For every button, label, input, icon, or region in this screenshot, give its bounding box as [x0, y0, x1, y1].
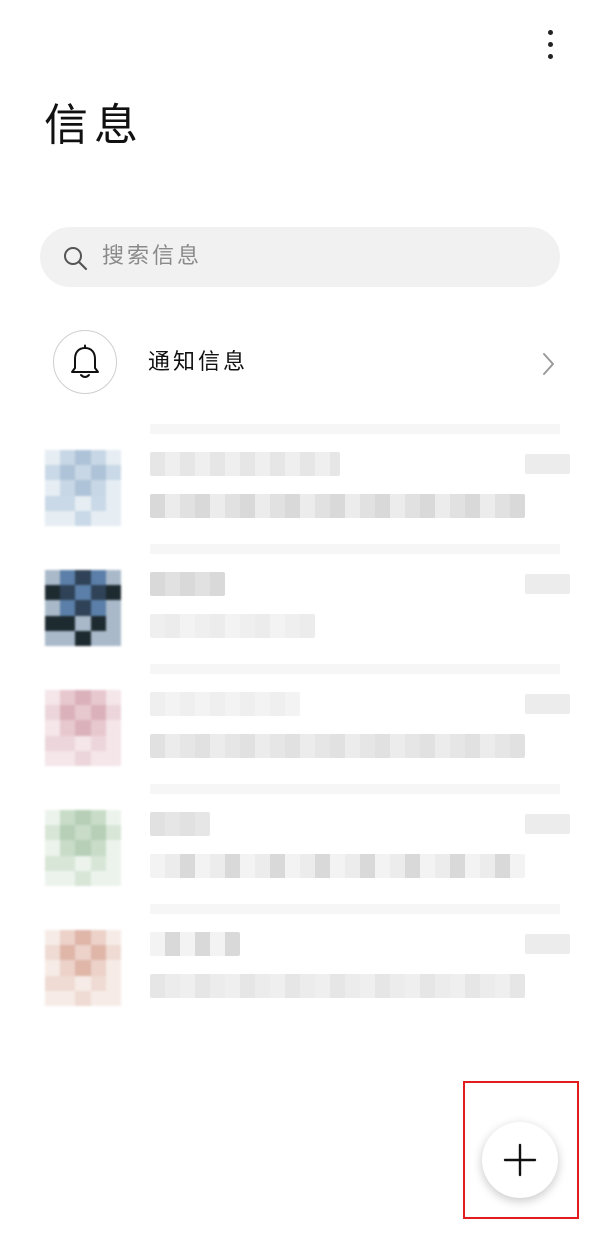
- conversation-item[interactable]: [0, 540, 600, 660]
- notification-label: 通知信息: [148, 350, 249, 375]
- conversation-item[interactable]: [0, 900, 600, 1020]
- search-input[interactable]: 搜索信息: [40, 227, 560, 287]
- plus-icon: [503, 1143, 537, 1177]
- search-placeholder: 搜索信息: [102, 244, 203, 269]
- blurred-divider: [150, 904, 560, 914]
- blurred-timestamp: [525, 574, 570, 594]
- notification-avatar: [53, 330, 117, 394]
- blurred-message-preview: [150, 734, 525, 758]
- blurred-message-preview: [150, 854, 525, 878]
- blurred-contact-name: [150, 932, 240, 956]
- blurred-message-preview: [150, 494, 525, 518]
- blurred-divider: [150, 424, 560, 434]
- blurred-divider: [150, 784, 560, 794]
- conversation-item[interactable]: [0, 420, 600, 540]
- blurred-contact-name: [150, 452, 340, 476]
- conversation-item[interactable]: [0, 660, 600, 780]
- blurred-message-preview: [150, 974, 525, 998]
- more-vertical-icon: [547, 41, 553, 47]
- bell-icon: [71, 344, 99, 378]
- conversation-item[interactable]: [0, 780, 600, 900]
- avatar: [45, 570, 121, 646]
- blurred-timestamp: [525, 454, 570, 474]
- chevron-right-icon: [543, 353, 554, 375]
- blurred-divider: [150, 664, 560, 674]
- avatar: [45, 450, 121, 526]
- notification-messages-item[interactable]: 通知信息: [0, 328, 600, 400]
- more-vertical-icon: [547, 29, 553, 35]
- blurred-divider: [150, 544, 560, 554]
- page-title: 信息: [44, 100, 144, 151]
- blurred-timestamp: [525, 814, 570, 834]
- avatar: [45, 930, 121, 1006]
- blurred-contact-name: [150, 812, 210, 836]
- more-options-button[interactable]: [530, 24, 570, 64]
- more-vertical-icon: [547, 53, 553, 59]
- new-message-button[interactable]: [482, 1122, 558, 1198]
- blurred-timestamp: [525, 934, 570, 954]
- avatar: [45, 690, 121, 766]
- blurred-contact-name: [150, 572, 225, 596]
- search-icon: [64, 247, 88, 271]
- blurred-timestamp: [525, 694, 570, 714]
- avatar: [45, 810, 121, 886]
- blurred-message-preview: [150, 614, 315, 638]
- blurred-contact-name: [150, 692, 300, 716]
